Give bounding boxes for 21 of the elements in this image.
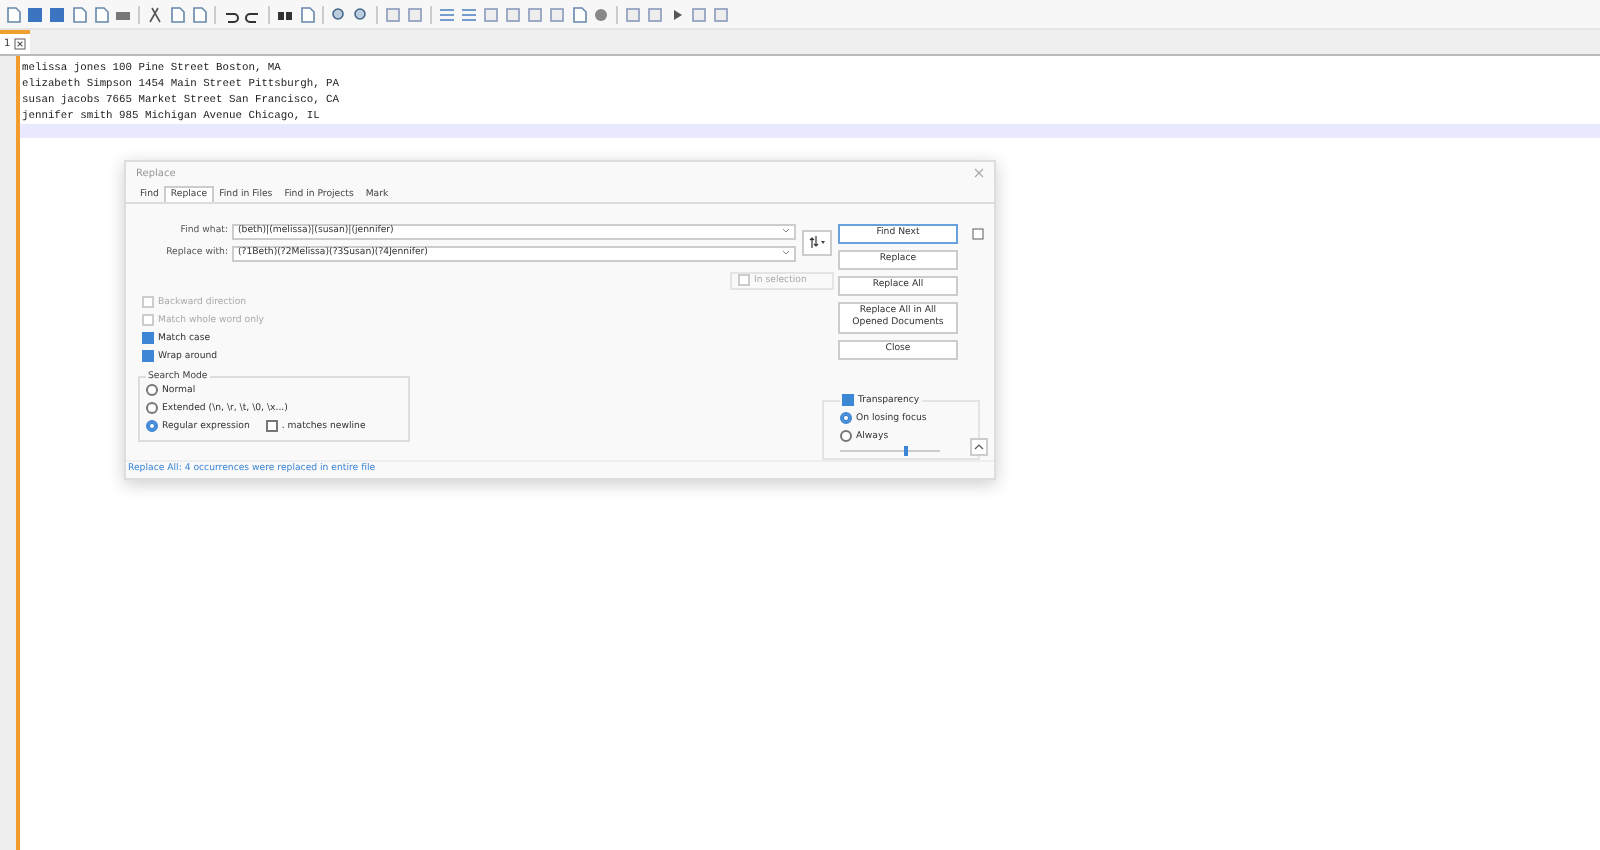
square-icon[interactable] [504, 5, 522, 23]
square-icon[interactable] [406, 5, 424, 23]
up-down-arrows-icon [808, 236, 826, 249]
square-icon[interactable] [526, 5, 544, 23]
square-icon[interactable] [548, 5, 566, 23]
lines-icon[interactable] [460, 5, 478, 23]
square-icon[interactable] [624, 5, 642, 23]
lines-icon[interactable] [438, 5, 456, 23]
swap-button[interactable] [802, 229, 832, 256]
scissors-icon[interactable] [146, 5, 164, 23]
checkbox-icon[interactable] [972, 227, 984, 240]
triangle-icon[interactable] [668, 5, 686, 23]
document-icon[interactable] [570, 5, 588, 23]
square-icon[interactable] [384, 5, 402, 23]
circle-icon[interactable] [592, 5, 610, 23]
close-icon[interactable] [14, 38, 27, 50]
square-icon[interactable] [712, 5, 730, 23]
square-icon[interactable] [482, 5, 500, 23]
collapse-button[interactable] [969, 437, 987, 455]
document-icon[interactable] [4, 5, 22, 23]
caret-up-icon [973, 443, 983, 449]
